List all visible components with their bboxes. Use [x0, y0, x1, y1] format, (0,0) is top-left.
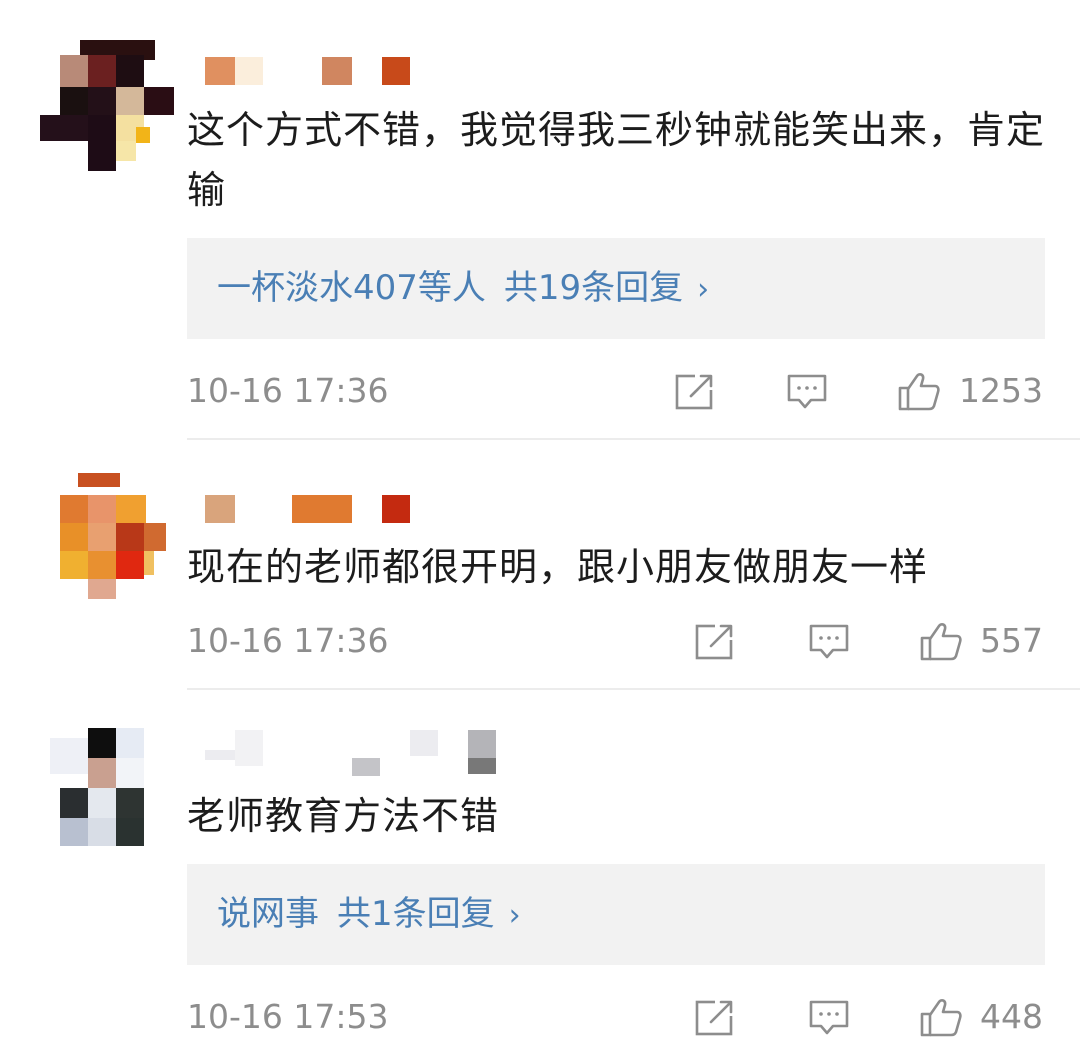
- comment-icon[interactable]: [807, 996, 851, 1038]
- comment-meta: 10-16 17:53 448: [187, 992, 1045, 1042]
- chevron-right-icon: ›: [697, 272, 710, 307]
- reply-users[interactable]: 说网事: [217, 894, 319, 934]
- timestamp: 10-16 17:36: [187, 621, 389, 660]
- reply-summary[interactable]: 说网事 共1条回复 ›: [187, 864, 1045, 965]
- thumbs-up-icon[interactable]: [919, 996, 963, 1038]
- share-icon[interactable]: [673, 370, 717, 412]
- reply-count[interactable]: 共1条回复: [337, 894, 495, 934]
- avatar[interactable]: [40, 728, 180, 868]
- chevron-right-icon: ›: [508, 898, 521, 933]
- share-icon[interactable]: [693, 620, 737, 662]
- comment-text: 现在的老师都很开明，跟小朋友做朋友一样: [187, 545, 929, 589]
- like-count: 557: [980, 621, 1043, 660]
- reply-link[interactable]: 一杯淡水407等人 共19条回复 ›: [217, 238, 709, 340]
- comment-meta: 10-16 17:36 557: [187, 616, 1045, 666]
- reply-link[interactable]: 说网事 共1条回复 ›: [217, 864, 521, 966]
- comment-item: 这个方式不错，我觉得我三秒钟就能笑出来，肯定输 一杯淡水407等人 共19条回复 ›…: [0, 0, 1080, 440]
- reply-users[interactable]: 一杯淡水407等人: [217, 268, 486, 308]
- comment-icon[interactable]: [807, 620, 851, 662]
- comment-text: 这个方式不错，我觉得我三秒钟就能笑出来，肯定输: [187, 108, 1046, 212]
- username-redacted[interactable]: [200, 495, 520, 525]
- username-redacted[interactable]: [200, 57, 520, 87]
- username-redacted[interactable]: [200, 730, 520, 778]
- thumbs-up-icon[interactable]: [897, 370, 941, 412]
- comment-item: 老师教育方法不错 说网事 共1条回复 › 10-16 17:53 448: [0, 690, 1080, 1057]
- thumbs-up-icon[interactable]: [919, 620, 963, 662]
- comment-icon[interactable]: [785, 370, 829, 412]
- comment-item: 现在的老师都很开明，跟小朋友做朋友一样 10-16 17:36 557: [0, 440, 1080, 690]
- like-count: 1253: [959, 371, 1043, 410]
- like-count: 448: [980, 997, 1043, 1036]
- comment-meta: 10-16 17:36 1253: [187, 366, 1045, 416]
- avatar[interactable]: [40, 35, 180, 175]
- timestamp: 10-16 17:36: [187, 371, 389, 410]
- avatar[interactable]: [40, 465, 180, 605]
- reply-count[interactable]: 共19条回复: [504, 268, 683, 308]
- reply-summary[interactable]: 一杯淡水407等人 共19条回复 ›: [187, 238, 1045, 339]
- comment-text: 老师教育方法不错: [187, 794, 500, 838]
- share-icon[interactable]: [693, 996, 737, 1038]
- timestamp: 10-16 17:53: [187, 997, 389, 1036]
